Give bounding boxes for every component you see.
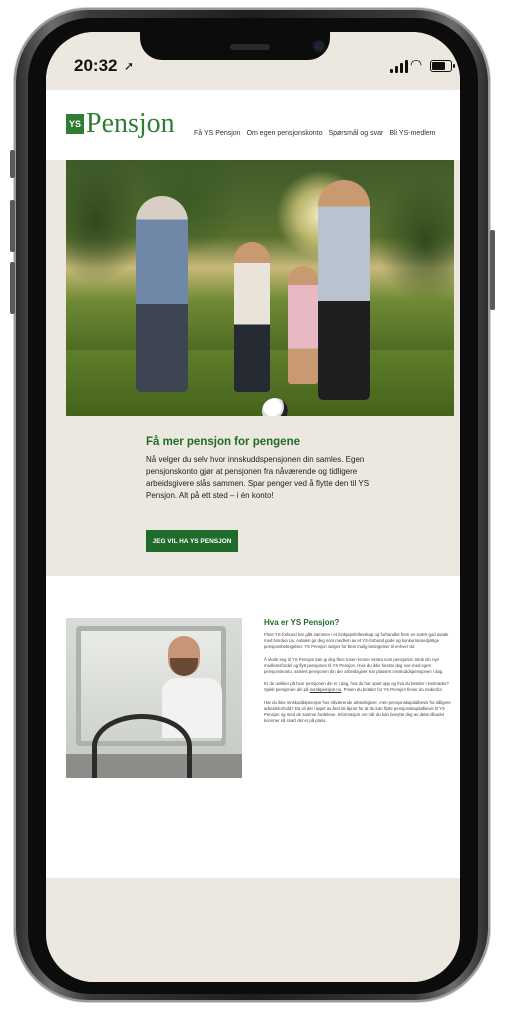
phone-volume-up — [10, 200, 15, 252]
main-navigation: Få YS Pensjon Om egen pensjonskonto Spør… — [194, 130, 436, 137]
ys-logo-mark: YS — [66, 114, 84, 134]
front-camera — [314, 41, 324, 51]
norskpensjon-link[interactable]: norskpensjon.no — [310, 687, 342, 692]
phone-power-button — [490, 230, 495, 310]
info-title: Hva er YS Pensjon? — [264, 618, 340, 627]
grandfather-figure — [136, 196, 188, 392]
father-figure — [318, 180, 370, 400]
info-paragraph-3: Er du usikker på hvor pensjonen din er i… — [264, 681, 452, 693]
nav-item-om-egen-pensjonskonto[interactable]: Om egen pensjonskonto — [247, 130, 323, 137]
info-paragraph-4: Har du ikke innskuddspensjon hos nåværen… — [264, 699, 451, 724]
info-paragraph-2: Å slutte seg til YS Pensjon kan gi deg f… — [264, 656, 444, 675]
phone-screen: 20:32 ➚ ◠ YS Pensjon Få YS Pensjon Om eg… — [46, 32, 460, 982]
steering-wheel — [92, 714, 192, 778]
page-footer — [46, 878, 460, 982]
wifi-icon: ◠ — [410, 56, 423, 72]
nav-item-bli-ys-medlem[interactable]: Bli YS-medlem — [389, 130, 435, 137]
battery-level-fill — [432, 62, 445, 70]
nav-item-sporsmal-og-svar[interactable]: Spørsmål og svar — [328, 130, 383, 137]
phone-volume-down — [10, 262, 15, 314]
girl-figure — [288, 266, 318, 384]
ys-pensjon-logo[interactable]: YS Pensjon — [66, 110, 175, 138]
truck-driver-image — [66, 618, 242, 778]
info-paragraph-3-end: . Prisen du betaler for YS Pensjon finne… — [341, 687, 443, 693]
site-header: YS Pensjon Få YS Pensjon Om egen pensjon… — [46, 90, 460, 160]
cellular-signal-icon — [390, 60, 408, 73]
info-paragraph-1: Flere YS-forbund har gått sammen i et in… — [264, 632, 449, 650]
promo-title: Få mer pensjon for pengene — [146, 436, 300, 448]
info-body: Flere YS-forbund har gått sammen i et in… — [264, 632, 452, 730]
hero-family-football-image — [66, 160, 454, 416]
boy-figure — [234, 242, 270, 392]
battery-icon — [430, 60, 455, 72]
location-arrow-icon: ➚ — [124, 59, 135, 73]
phone-silent-switch — [10, 150, 15, 178]
nav-item-fa-ys-pensjon[interactable]: Få YS Pensjon — [194, 130, 241, 137]
status-time: 20:32 — [74, 56, 118, 75]
promo-section: Få mer pensjon for pengene Nå velger du … — [66, 416, 454, 576]
logo-text: Pensjon — [86, 108, 175, 139]
phone-speaker — [230, 44, 270, 50]
jeg-vil-ha-ys-pensjon-button[interactable]: JEG VIL HA YS PENSJON — [146, 530, 238, 552]
promo-text: Nå velger du selv hvor innskuddspensjone… — [146, 455, 370, 500]
info-section: Hva er YS Pensjon? Flere YS-forbund har … — [46, 576, 460, 878]
